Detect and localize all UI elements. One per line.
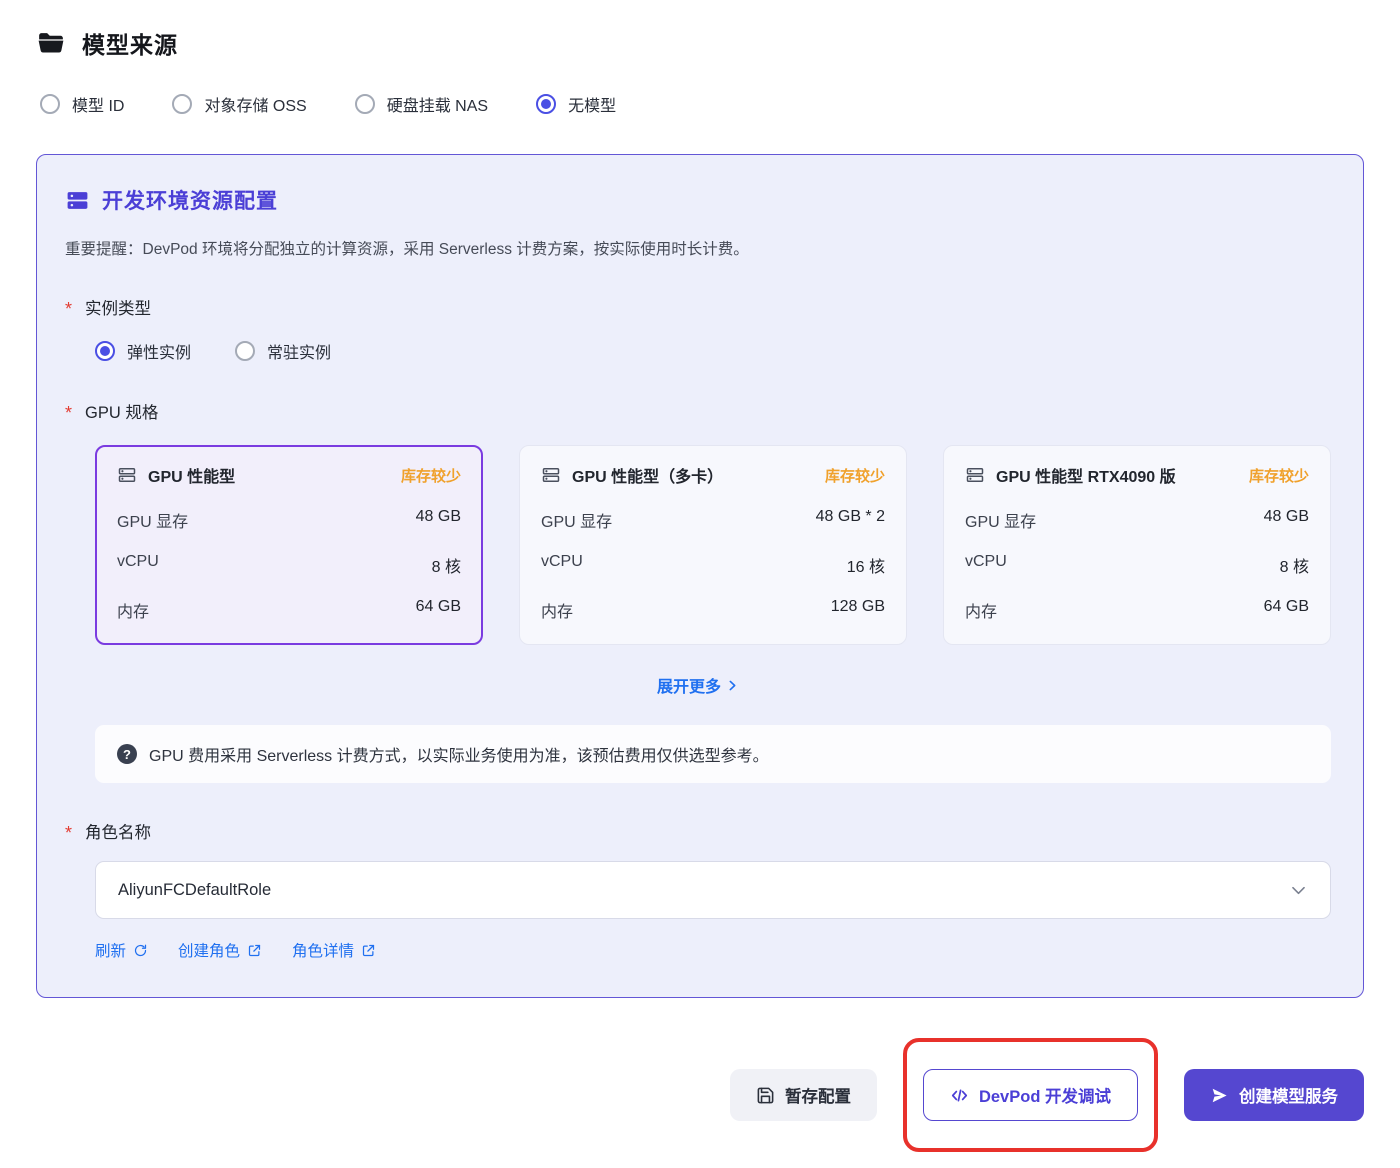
radio-icon bbox=[235, 341, 256, 361]
radio-label: 模型 ID bbox=[72, 98, 125, 115]
folder-icon bbox=[36, 28, 66, 58]
red-highlight-annotation: DevPod 开发调试 bbox=[902, 1038, 1158, 1152]
code-icon bbox=[951, 1088, 968, 1102]
radio-icon bbox=[95, 341, 115, 361]
radio-label: 无模型 bbox=[568, 98, 617, 115]
role-detail-link[interactable]: 角色详情 bbox=[292, 939, 376, 961]
gpu-card-rtx4090[interactable]: GPU 性能型 RTX4090 版 库存较少 GPU 显存 48 GB vCPU 8… bbox=[943, 445, 1331, 645]
radio-icon bbox=[172, 94, 193, 114]
source-option-nas[interactable]: 硬盘挂载 NAS bbox=[354, 92, 489, 116]
gpu-card-header: GPU 性能型 库存较少 bbox=[117, 463, 461, 487]
server-icon bbox=[67, 191, 88, 209]
gpu-card-performance-multi[interactable]: GPU 性能型（多卡） 库存较少 GPU 显存 48 GB * 2 vCPU 16 … bbox=[519, 445, 907, 645]
radio-icon bbox=[536, 94, 557, 114]
spec-row: 内存 64 GB bbox=[117, 598, 461, 621]
gpu-icon bbox=[966, 468, 984, 482]
spec-row: GPU 显存 48 GB * 2 bbox=[541, 508, 885, 531]
source-option-model-id[interactable]: 模型 ID bbox=[40, 92, 124, 116]
external-link-icon bbox=[248, 944, 261, 956]
radio-label: 常驻实例 bbox=[267, 345, 332, 362]
gpu-card-title: GPU 性能型 bbox=[148, 469, 236, 486]
spec-row: GPU 显存 48 GB bbox=[117, 508, 461, 531]
page: 模型来源 模型 ID 对象存储 OSS 硬盘挂载 NAS 无模型 开发环境资源配… bbox=[0, 0, 1400, 1168]
stock-badge: 库存较少 bbox=[824, 467, 885, 485]
spec-row: 内存 64 GB bbox=[965, 598, 1309, 621]
gpu-icon bbox=[542, 468, 560, 482]
spec-row: vCPU 16 核 bbox=[541, 553, 885, 576]
gpu-card-list: GPU 性能型 库存较少 GPU 显存 48 GB vCPU 8 核 内存 64 GB… bbox=[95, 445, 1331, 645]
help-icon bbox=[117, 744, 137, 764]
create-model-service-button[interactable]: 创建模型服务 bbox=[1184, 1069, 1364, 1121]
gpu-card-title: GPU 性能型 RTX4090 版 bbox=[996, 469, 1176, 486]
required-marker bbox=[65, 297, 72, 317]
footer-actions: 暂存配置 DevPod 开发调试 创建模型服务 bbox=[36, 1038, 1364, 1152]
create-role-link[interactable]: 创建角色 bbox=[178, 939, 262, 961]
radio-icon bbox=[354, 94, 375, 114]
dev-env-panel: 开发环境资源配置 重要提醒：DevPod 环境将分配独立的计算资源，采用 Ser… bbox=[36, 154, 1364, 998]
devpod-debug-button[interactable]: DevPod 开发调试 bbox=[922, 1069, 1138, 1121]
role-links: 刷新 创建角色 角色详情 bbox=[95, 939, 1331, 961]
expand-more-link[interactable]: 展开更多 bbox=[65, 673, 1331, 697]
required-marker bbox=[65, 401, 72, 421]
gpu-card-title: GPU 性能型（多卡） bbox=[572, 469, 724, 486]
radio-label: 对象存储 OSS bbox=[204, 98, 307, 115]
radio-label: 硬盘挂载 NAS bbox=[386, 98, 489, 115]
panel-title: 开发环境资源配置 bbox=[65, 185, 1331, 215]
instance-option-resident[interactable]: 常驻实例 bbox=[235, 339, 331, 363]
instance-option-elastic[interactable]: 弹性实例 bbox=[95, 339, 191, 363]
required-marker bbox=[65, 821, 72, 841]
role-select-value: AliyunFCDefaultRole bbox=[118, 880, 272, 899]
role-select[interactable]: AliyunFCDefaultRole bbox=[95, 861, 1331, 919]
gpu-spec-label: GPU 规格 bbox=[65, 399, 1331, 423]
source-option-no-model[interactable]: 无模型 bbox=[536, 92, 616, 116]
spec-row: vCPU 8 核 bbox=[117, 553, 461, 576]
spec-row: GPU 显存 48 GB bbox=[965, 508, 1309, 531]
save-icon bbox=[757, 1087, 774, 1103]
gpu-icon bbox=[118, 468, 136, 482]
billing-notice: 重要提醒：DevPod 环境将分配独立的计算资源，采用 Serverless 计… bbox=[65, 241, 749, 258]
refresh-icon bbox=[134, 944, 147, 956]
spec-row: 内存 128 GB bbox=[541, 598, 885, 621]
chevron-down-icon bbox=[1292, 886, 1305, 894]
page-title: 模型来源 bbox=[82, 32, 178, 58]
gpu-card-performance[interactable]: GPU 性能型 库存较少 GPU 显存 48 GB vCPU 8 核 内存 64 GB bbox=[95, 445, 483, 645]
radio-label: 弹性实例 bbox=[127, 345, 192, 362]
chevron-right-icon bbox=[729, 680, 736, 690]
panel-title-text: 开发环境资源配置 bbox=[102, 190, 278, 213]
instance-type-label: 实例类型 bbox=[65, 295, 1331, 319]
page-header: 模型来源 bbox=[36, 26, 1364, 60]
source-option-oss[interactable]: 对象存储 OSS bbox=[172, 92, 307, 116]
model-source-options: 模型 ID 对象存储 OSS 硬盘挂载 NAS 无模型 bbox=[40, 92, 1364, 116]
external-link-icon bbox=[362, 944, 375, 956]
radio-icon bbox=[40, 94, 60, 114]
role-name-label: 角色名称 bbox=[65, 819, 1331, 843]
fee-notice-text: GPU 费用采用 Serverless 计费方式，以实际业务使用为准，该预估费用… bbox=[149, 748, 769, 765]
spec-row: vCPU 8 核 bbox=[965, 553, 1309, 576]
save-draft-button[interactable]: 暂存配置 bbox=[729, 1069, 877, 1121]
stock-badge: 库存较少 bbox=[400, 467, 461, 485]
stock-badge: 库存较少 bbox=[1248, 467, 1309, 485]
instance-type-options: 弹性实例 常驻实例 bbox=[95, 339, 1331, 363]
gpu-card-header: GPU 性能型 RTX4090 版 库存较少 bbox=[965, 463, 1309, 487]
fee-notice-box: GPU 费用采用 Serverless 计费方式，以实际业务使用为准，该预估费用… bbox=[95, 725, 1331, 783]
gpu-card-header: GPU 性能型（多卡） 库存较少 bbox=[541, 463, 885, 487]
rocket-icon bbox=[1212, 1088, 1227, 1102]
refresh-link[interactable]: 刷新 bbox=[95, 939, 148, 961]
